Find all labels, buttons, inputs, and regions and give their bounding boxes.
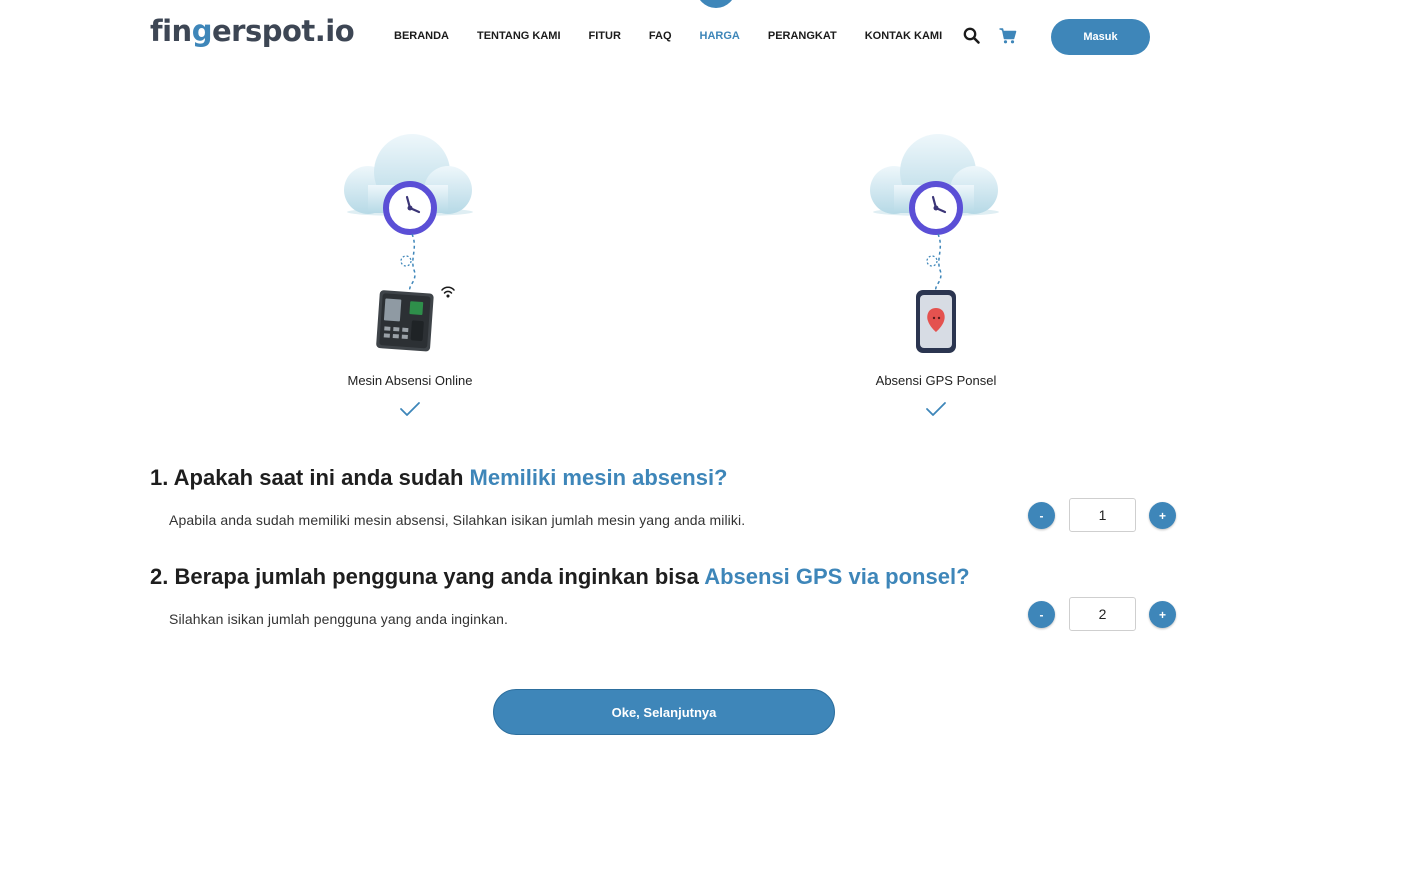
search-icon[interactable] [962,26,982,46]
option-label-attendance-machine: Mesin Absensi Online [347,373,473,388]
question-2-description: Silahkan isikan jumlah pengguna yang and… [169,611,509,627]
question-1-decrement-button[interactable]: - [1028,502,1055,529]
nav-item-perangkat[interactable]: PERANGKAT [754,26,851,46]
option-gps-phone[interactable]: Absensi GPS Ponsel [806,130,1066,416]
question-1-highlight: Memiliki mesin absensi? [469,465,728,490]
nav-item-harga[interactable]: HARGA [686,26,754,46]
question-2-increment-button[interactable]: + [1149,601,1176,628]
option-label-gps-phone: Absensi GPS Ponsel [875,373,997,388]
site-header: fingerspot.io BERANDA TENTANG KAMI FITUR… [0,0,1428,72]
nav-item-kontak-kami[interactable]: KONTAK KAMI [851,26,956,46]
question-1-increment-button[interactable]: + [1149,502,1176,529]
question-1-title: 1. Apakah saat ini anda sudah Memiliki m… [150,465,728,491]
question-1-description: Apabila anda sudah memiliki mesin absens… [169,512,746,528]
question-2-decrement-button[interactable]: - [1028,601,1055,628]
main-nav: BERANDA TENTANG KAMI FITUR FAQ HARGA PER… [380,26,956,46]
nav-item-tentang-kami[interactable]: TENTANG KAMI [463,26,575,46]
top-notch-decoration [696,0,736,8]
attendance-machine-icon [344,134,473,352]
question-2-highlight: Absensi GPS via ponsel? [704,564,970,589]
login-button[interactable]: Masuk [1051,19,1150,55]
question-1-prefix: 1. Apakah saat ini anda sudah [150,465,470,490]
check-icon [400,402,420,416]
cart-icon[interactable] [998,26,1018,46]
next-button[interactable]: Oke, Selanjutnya [493,689,835,735]
logo-text-accent: g [191,14,213,48]
question-2-title: 2. Berapa jumlah pengguna yang anda ingi… [150,564,970,590]
option-attendance-machine[interactable]: Mesin Absensi Online [280,130,540,416]
question-1-quantity-input[interactable] [1069,498,1136,532]
question-2-prefix: 2. Berapa jumlah pengguna yang anda ingi… [150,564,705,589]
logo[interactable]: fingerspot.io [150,14,355,48]
logo-text-2: erspot.io [211,14,355,48]
nav-item-faq[interactable]: FAQ [635,26,686,46]
gps-phone-icon [870,134,999,353]
logo-text-1: fin [150,14,192,48]
nav-item-beranda[interactable]: BERANDA [380,26,463,46]
question-2-quantity-input[interactable] [1069,597,1136,631]
check-icon [926,402,946,416]
nav-item-fitur[interactable]: FITUR [575,26,635,46]
